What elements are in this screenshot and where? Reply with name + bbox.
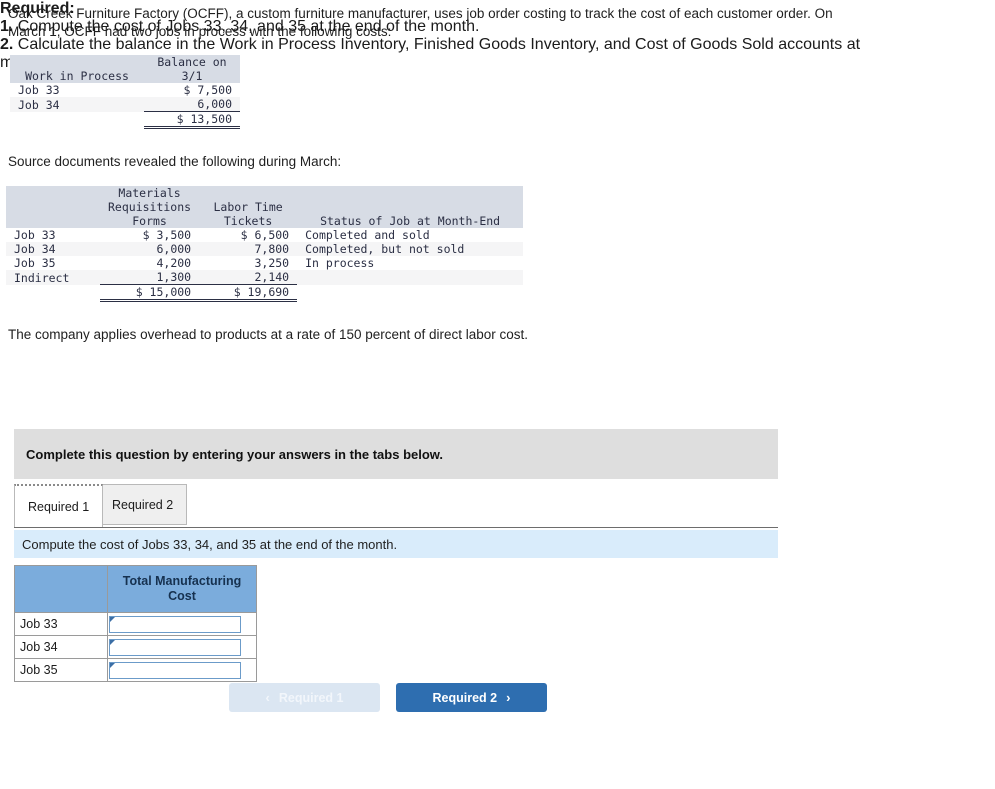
src-row-1-status: Completed, but not sold	[297, 242, 524, 256]
src-total-materials: $ 15,000	[100, 284, 200, 302]
answer-row-0-label: Job 33	[14, 612, 108, 636]
answer-grid-body: Job 33 Job 34 Job 35	[14, 612, 257, 682]
table-row: Indirect 1,300 2,140	[6, 270, 524, 285]
src-row-1-labor: 7,800	[199, 242, 298, 256]
src-total-labor: $ 19,690	[199, 284, 298, 302]
src-hdr-c1-l3: Forms	[100, 214, 200, 228]
instruction-banner: Complete this question by entering your …	[14, 429, 778, 479]
source-documents-table: Materials Requisitions Labor Time Forms …	[6, 186, 524, 302]
src-row-2-labor: 3,250	[254, 256, 290, 270]
src-hdr-c3-l2	[297, 200, 524, 214]
wip-header-c0-l2: Work in Process	[10, 69, 144, 83]
answer-grid: Total Manufacturing Cost Job 33 Job 34 J…	[14, 565, 257, 682]
job-34-cost-input[interactable]	[109, 638, 241, 656]
tab-required-1[interactable]: Required 1	[14, 484, 104, 527]
wip-total-value: $ 13,500	[144, 111, 240, 129]
src-row-3-labor: 2,140	[199, 270, 298, 285]
tab-strip: Required 1 Required 2	[14, 484, 778, 528]
src-row-2-materials: 4,200	[156, 256, 192, 270]
table-row: Job 33 $ 7,500	[10, 83, 240, 97]
src-hdr-c1-l1: Materials	[100, 186, 200, 200]
answer-row-1-cell[interactable]	[107, 635, 257, 659]
answer-row-2-cell[interactable]	[107, 658, 257, 682]
src-row-3-label: Indirect	[6, 270, 100, 285]
wip-header-row-1: Balance on	[10, 55, 240, 69]
answer-grid-header-row: Total Manufacturing Cost	[14, 565, 257, 613]
wip-row-1-value: 6,000	[144, 97, 240, 112]
tab-underline	[14, 527, 778, 528]
wip-header-c1-l2: 3/1	[144, 69, 240, 83]
source-table-body: Job 33 $ 3,500 $ 6,500 Completed and sol…	[6, 228, 524, 302]
answer-row-1-label: Job 34	[14, 635, 108, 659]
answer-grid-header-blank	[14, 565, 108, 613]
wip-table-body: Job 33 $ 7,500 Job 34 6,000 $ 13,500	[10, 83, 240, 129]
overhead-rate-line: The company applies overhead to products…	[8, 327, 529, 342]
src-row-3-materials: 1,300	[100, 270, 200, 285]
chevron-right-icon: ›	[506, 690, 511, 705]
table-row: Job 35 4,200 3,250 In process	[6, 256, 523, 270]
table-row: Job 33 $ 3,500 $ 6,500 Completed and sol…	[6, 228, 523, 242]
table-row: Job 33	[14, 612, 257, 636]
answer-row-0-cell[interactable]	[107, 612, 257, 636]
wip-header-row-2: Work in Process 3/1	[10, 69, 240, 83]
src-row-0-materials: $ 3,500	[142, 228, 192, 242]
source-table-header: Materials Requisitions Labor Time Forms …	[6, 186, 524, 228]
src-hdr-c2-l1	[199, 186, 298, 200]
src-row-0-label: Job 33	[14, 228, 56, 242]
intro-paragraph: Oak Creek Furniture Factory (OCFF), a cu…	[8, 6, 833, 39]
wip-header-c0-l1	[10, 55, 144, 69]
source-documents-line: Source documents revealed the following …	[8, 154, 342, 169]
src-hdr-c3-l3: Status of Job at Month-End	[297, 214, 524, 228]
src-hdr-c2-l2: Labor Time	[199, 200, 298, 214]
sub-instruction-text: Compute the cost of Jobs 33, 34, and 35 …	[22, 536, 398, 552]
answer-grid-header: Total Manufacturing Cost	[14, 565, 257, 613]
navigation-buttons: ‹ Required 1 Required 2 ›	[229, 683, 549, 713]
next-button-label: Required 2	[432, 690, 498, 705]
source-header-row-1: Materials	[6, 186, 524, 200]
wip-row-1-label: Job 34	[10, 97, 144, 112]
src-row-0-labor: $ 6,500	[240, 228, 290, 242]
tab-required-1-label: Required 1	[28, 499, 90, 514]
wip-table-header: Balance on Work in Process 3/1	[10, 55, 240, 83]
source-total-row: $ 15,000 $ 19,690	[6, 284, 523, 302]
wip-row-0-value: $ 7,500	[183, 83, 232, 97]
src-hdr-c1-l2: Requisitions	[100, 200, 200, 214]
answer-grid-header-total-manufacturing-cost: Total Manufacturing Cost	[107, 565, 257, 613]
chevron-left-icon: ‹	[265, 690, 270, 705]
table-row: Job 34 6,000	[10, 97, 240, 112]
src-hdr-c3-l1	[297, 186, 524, 200]
src-row-2-label: Job 35	[14, 256, 56, 270]
job-35-cost-input[interactable]	[109, 661, 241, 679]
wip-total-row: $ 13,500	[10, 111, 240, 129]
wip-total-label	[10, 112, 144, 128]
src-total-status	[297, 285, 523, 301]
src-hdr-c0-l3	[6, 214, 100, 228]
tab-required-2-label: Required 2	[112, 497, 174, 512]
src-total-label	[6, 285, 100, 301]
src-row-1-label: Job 34	[6, 242, 100, 256]
src-row-2-status: In process	[305, 256, 375, 270]
wip-header-c1-l1: Balance on	[144, 55, 240, 69]
table-row: Job 34	[14, 635, 257, 659]
next-required-2-button[interactable]: Required 2 ›	[396, 683, 547, 712]
work-in-process-table: Balance on Work in Process 3/1 Job 33 $ …	[10, 55, 240, 129]
src-row-0-status: Completed and sold	[305, 228, 430, 242]
wip-row-0-label: Job 33	[18, 83, 60, 97]
src-hdr-c0-l1	[6, 186, 100, 200]
source-header-row-3: Forms Tickets Status of Job at Month-End	[6, 214, 524, 228]
tab-required-2[interactable]: Required 2	[98, 484, 188, 525]
src-row-3-status	[297, 270, 524, 285]
source-header-row-2: Requisitions Labor Time	[6, 200, 524, 214]
sub-instruction-bar: Compute the cost of Jobs 33, 34, and 35 …	[14, 530, 778, 558]
src-hdr-c2-l3: Tickets	[199, 214, 298, 228]
src-hdr-c0-l2	[6, 200, 100, 214]
job-33-cost-input[interactable]	[109, 615, 241, 633]
prev-button-label: Required 1	[278, 690, 344, 705]
table-row: Job 35	[14, 658, 257, 682]
table-row: Job 34 6,000 7,800 Completed, but not so…	[6, 242, 524, 256]
prev-required-1-button[interactable]: ‹ Required 1	[229, 683, 380, 712]
answer-row-2-label: Job 35	[14, 658, 108, 682]
src-row-1-materials: 6,000	[100, 242, 200, 256]
instruction-banner-text: Complete this question by entering your …	[26, 446, 444, 462]
